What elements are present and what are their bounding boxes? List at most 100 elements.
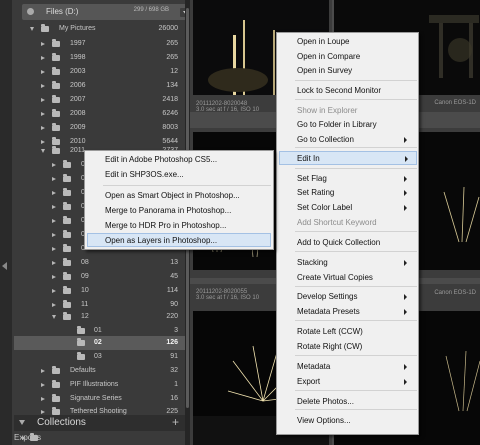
- folder-photo-count: 2418: [162, 96, 178, 103]
- menu-item-export[interactable]: Export: [297, 375, 415, 389]
- folder-row[interactable]: Defaults 32: [14, 364, 185, 378]
- submenu-arrow-icon: [404, 176, 407, 182]
- submenu-arrow-icon: [404, 364, 407, 370]
- menu-item-label: Add Shortcut Keyword: [297, 218, 377, 227]
- collapse-triangle-icon[interactable]: [41, 149, 45, 153]
- submenu-item-open-as-smart-object-in-photoshop[interactable]: Open as Smart Object in Photoshop...: [105, 189, 269, 203]
- menu-item-set-color-label[interactable]: Set Color Label: [297, 201, 415, 215]
- submenu-item-merge-to-hdr-pro-in-photoshop[interactable]: Merge to HDR Pro in Photoshop...: [105, 219, 269, 233]
- menu-item-metadata[interactable]: Metadata: [297, 360, 415, 374]
- folder-photo-count: 13: [170, 259, 178, 266]
- expand-triangle-icon[interactable]: [41, 383, 45, 387]
- menu-item-edit-in[interactable]: Edit In: [279, 151, 417, 165]
- folder-row[interactable]: 2007 2418: [14, 93, 185, 107]
- collapse-triangle-icon[interactable]: [52, 315, 56, 319]
- expand-triangle-icon[interactable]: [52, 289, 56, 293]
- menu-item-add-to-quick-collection[interactable]: Add to Quick Collection: [297, 236, 415, 250]
- menu-item-open-in-loupe[interactable]: Open in Loupe: [297, 35, 415, 49]
- folder-row[interactable]: 1997 265: [14, 37, 185, 51]
- folder-row[interactable]: 2006 134: [14, 79, 185, 93]
- menu-item-label: Metadata: [297, 362, 331, 371]
- submenu-arrow-icon: [404, 260, 407, 266]
- expand-triangle-icon[interactable]: [41, 126, 45, 130]
- menu-item-open-in-survey[interactable]: Open in Survey: [297, 64, 415, 78]
- menu-item-label: View Options...: [297, 416, 351, 425]
- folder-row[interactable]: 02 126: [14, 336, 185, 350]
- expand-triangle-icon[interactable]: [52, 275, 56, 279]
- folder-photo-count: 45: [170, 273, 178, 280]
- expand-triangle-icon[interactable]: [52, 177, 56, 181]
- expand-triangle-icon[interactable]: [52, 233, 56, 237]
- menu-item-metadata-presets[interactable]: Metadata Presets: [297, 305, 415, 319]
- folder-icon: [52, 123, 60, 131]
- collection-set-icon: [30, 433, 38, 441]
- folder-row[interactable]: PIF Illustrations 1: [14, 378, 185, 392]
- menu-item-lock-to-second-monitor[interactable]: Lock to Second Monitor: [297, 84, 415, 98]
- expand-triangle-icon[interactable]: [19, 420, 25, 425]
- menu-item-go-to-folder-in-library[interactable]: Go to Folder in Library: [297, 118, 415, 132]
- folder-row[interactable]: 2003 12: [14, 65, 185, 79]
- menu-item-label: Go to Folder in Library: [297, 120, 377, 129]
- menu-item-rotate-right-cw[interactable]: Rotate Right (CW): [297, 340, 415, 354]
- collapse-arrow-icon[interactable]: [2, 262, 7, 270]
- menu-separator: [295, 286, 417, 287]
- collections-panel-header[interactable]: Collections +: [14, 415, 185, 431]
- submenu-item-merge-to-panorama-in-photoshop[interactable]: Merge to Panorama in Photoshop...: [105, 204, 269, 218]
- expand-triangle-icon[interactable]: [41, 84, 45, 88]
- expand-triangle-icon[interactable]: [22, 436, 26, 440]
- menu-item-label: Go to Collection: [297, 135, 354, 144]
- volume-header[interactable]: Files (D:) 299 / 698 GB: [22, 4, 185, 20]
- left-panel-collapse-strip[interactable]: [0, 0, 12, 445]
- expand-triangle-icon[interactable]: [52, 247, 56, 251]
- expand-triangle-icon[interactable]: [41, 98, 45, 102]
- folder-row[interactable]: 10 114: [14, 284, 185, 298]
- menu-item-set-flag[interactable]: Set Flag: [297, 172, 415, 186]
- folder-row[interactable]: 2009 8003: [14, 121, 185, 135]
- folder-photo-count: 6246: [162, 110, 178, 117]
- folder-row[interactable]: 08 13: [14, 256, 185, 270]
- folder-row[interactable]: 03 91: [14, 350, 185, 364]
- expand-triangle-icon[interactable]: [41, 56, 45, 60]
- folder-label: 2007: [70, 96, 86, 103]
- expand-triangle-icon[interactable]: [52, 219, 56, 223]
- folder-row[interactable]: Signature Series 16: [14, 392, 185, 406]
- folder-row[interactable]: 1998 265: [14, 51, 185, 65]
- folder-row[interactable]: My Pictures 26000: [14, 22, 185, 36]
- menu-item-label: Set Rating: [297, 188, 335, 197]
- menu-item-set-rating[interactable]: Set Rating: [297, 186, 415, 200]
- expand-triangle-icon[interactable]: [52, 303, 56, 307]
- menu-item-go-to-collection[interactable]: Go to Collection: [297, 133, 415, 147]
- expand-triangle-icon[interactable]: [41, 369, 45, 373]
- submenu-item-edit-in-shp3os-exe[interactable]: Edit in SHP3OS.exe...: [105, 168, 269, 182]
- menu-item-open-in-compare[interactable]: Open in Compare: [297, 50, 415, 64]
- add-collection-button[interactable]: +: [172, 415, 179, 429]
- menu-item-develop-settings[interactable]: Develop Settings: [297, 290, 415, 304]
- folder-icon: [63, 160, 71, 168]
- collection-item-exports[interactable]: Exports: [14, 431, 185, 445]
- folder-row[interactable]: 2008 6246: [14, 107, 185, 121]
- menu-separator: [295, 355, 417, 356]
- cell-exposure: 3.0 sec at f / 16, ISO 10: [196, 107, 260, 113]
- collapse-triangle-icon[interactable]: [30, 27, 34, 31]
- menu-item-rotate-left-ccw[interactable]: Rotate Left (CCW): [297, 325, 415, 339]
- expand-triangle-icon[interactable]: [41, 410, 45, 414]
- folder-row[interactable]: 12 220: [14, 310, 185, 324]
- menu-item-create-virtual-copies[interactable]: Create Virtual Copies: [297, 271, 415, 285]
- menu-item-delete-photos[interactable]: Delete Photos...: [297, 395, 415, 409]
- menu-item-view-options[interactable]: View Options...: [297, 414, 415, 428]
- folder-photo-count: 16: [170, 395, 178, 402]
- menu-item-stacking[interactable]: Stacking: [297, 256, 415, 270]
- expand-triangle-icon[interactable]: [52, 163, 56, 167]
- folder-icon: [52, 67, 60, 75]
- expand-triangle-icon[interactable]: [41, 42, 45, 46]
- submenu-item-open-as-layers-in-photoshop[interactable]: Open as Layers in Photoshop...: [87, 233, 271, 247]
- expand-triangle-icon[interactable]: [52, 191, 56, 195]
- expand-triangle-icon[interactable]: [41, 397, 45, 401]
- folder-row[interactable]: 09 45: [14, 270, 185, 284]
- expand-triangle-icon[interactable]: [41, 70, 45, 74]
- expand-triangle-icon[interactable]: [52, 205, 56, 209]
- submenu-item-edit-in-adobe-photoshop-cs5[interactable]: Edit in Adobe Photoshop CS5...: [105, 153, 269, 167]
- expand-triangle-icon[interactable]: [52, 261, 56, 265]
- menu-separator: [103, 185, 271, 186]
- expand-triangle-icon[interactable]: [41, 112, 45, 116]
